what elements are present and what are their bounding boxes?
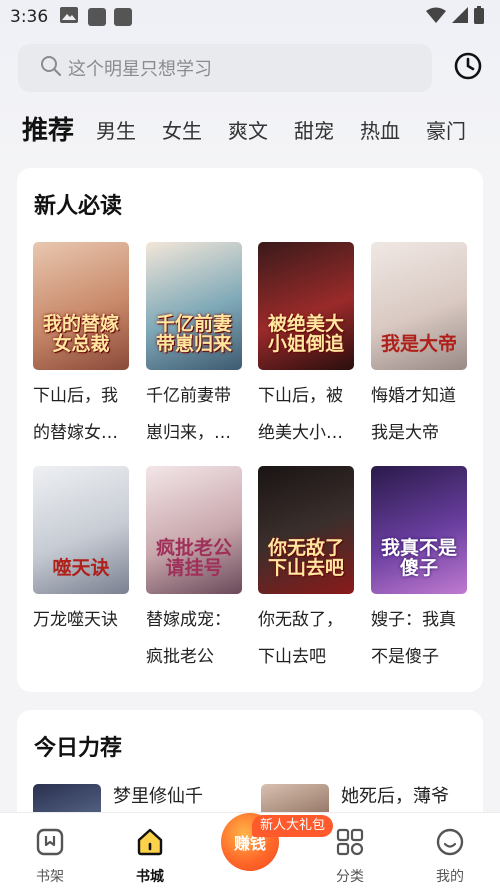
status-bar: 3:36 <box>0 0 500 34</box>
tab-shuangwen[interactable]: 爽文 <box>228 114 268 148</box>
search-placeholder: 这个明星只想学习 <box>68 59 212 80</box>
category-grid-icon <box>335 827 365 861</box>
nav-label: 书城 <box>136 869 164 885</box>
cover-text: 我真不是傻子 <box>380 537 457 579</box>
tab-male[interactable]: 男生 <box>96 114 136 148</box>
category-tabs: 推荐 男生 女生 爽文 甜宠 热血 豪门 <box>22 108 500 148</box>
tab-female[interactable]: 女生 <box>162 114 202 148</box>
book-cover: 被绝美大小姐倒追 <box>258 242 354 370</box>
bookshelf-icon <box>35 827 65 861</box>
nav-bookshelf[interactable]: 书架 <box>0 813 100 889</box>
book-card[interactable]: 被绝美大小姐倒追 下山后，被绝美大小姐倒追 <box>258 242 354 452</box>
book-card[interactable]: 我的替嫁女总裁 下山后，我的替嫁女总裁 <box>33 242 129 452</box>
book-cover: 我是大帝 <box>371 242 467 370</box>
book-title: 悔婚才知道我是大帝 <box>371 386 456 443</box>
cover-text: 我是大帝 <box>380 333 457 355</box>
book-card[interactable]: 疯批老公请挂号 替嫁成宠：疯批老公 <box>146 466 242 676</box>
book-title: 万龙噬天诀 <box>33 610 118 630</box>
wifi-icon <box>426 7 446 27</box>
cover-text: 疯批老公请挂号 <box>155 537 232 579</box>
tab-wealthy[interactable]: 豪门 <box>426 114 466 148</box>
search-row: 这个明星只想学习 <box>18 44 488 92</box>
book-card[interactable]: 我真不是傻子 嫂子：我真不是傻子 <box>371 466 467 676</box>
profile-face-icon <box>435 827 465 861</box>
section-title: 新人必读 <box>34 194 123 219</box>
book-title: 替嫁成宠：疯批老公 <box>146 610 231 667</box>
book-cover: 噬天诀 <box>33 466 129 594</box>
new-readers-section: 新人必读 我的替嫁女总裁 下山后，我的替嫁女总裁 千亿前妻带崽归来 千亿前妻带崽… <box>17 168 483 692</box>
signal-icon <box>452 7 468 27</box>
book-title: 千亿前妻带崽归来，渣男 <box>146 386 231 443</box>
home-icon <box>135 827 165 861</box>
book-card[interactable]: 我是大帝 悔婚才知道我是大帝 <box>371 242 467 452</box>
reading-history-button[interactable] <box>452 52 484 84</box>
app-notification-icon <box>114 8 133 26</box>
status-time: 3:36 <box>10 7 49 27</box>
book-cover: 我真不是傻子 <box>371 466 467 594</box>
book-title: 下山后，我的替嫁女总裁 <box>33 386 118 443</box>
cover-text: 噬天诀 <box>52 557 110 579</box>
book-card[interactable]: 噬天诀 万龙噬天诀 <box>33 466 129 639</box>
nav-store[interactable]: 书城 <box>100 813 200 889</box>
nav-label: 书架 <box>36 869 64 885</box>
clock-icon <box>453 51 483 85</box>
cover-text: 千亿前妻带崽归来 <box>155 313 232 355</box>
nav-mine[interactable]: 我的 <box>400 813 500 889</box>
tab-recommend[interactable]: 推荐 <box>22 114 74 148</box>
cover-text: 我的替嫁女总裁 <box>42 313 119 355</box>
battery-icon <box>474 6 484 28</box>
book-card[interactable]: 你无敌了下山去吧 你无敌了，下山去吧 <box>258 466 354 676</box>
bottom-nav: 书架 书城 赚钱 分类 我的 <box>0 812 500 889</box>
section-title: 今日力荐 <box>34 736 123 761</box>
cover-text: 你无敌了下山去吧 <box>267 537 344 579</box>
app-notification-icon <box>88 8 107 26</box>
book-cover: 疯批老公请挂号 <box>146 466 242 594</box>
nav-label: 分类 <box>336 869 364 885</box>
search-icon <box>40 55 62 81</box>
book-title: 你无敌了，下山去吧 <box>258 610 343 667</box>
book-title: 嫂子：我真不是傻子 <box>371 610 456 667</box>
search-input[interactable]: 这个明星只想学习 <box>18 44 432 92</box>
new-user-gift-badge[interactable]: 新人大礼包 <box>252 815 334 837</box>
cover-text: 被绝美大小姐倒追 <box>267 313 344 355</box>
tab-hot-blood[interactable]: 热血 <box>360 114 400 148</box>
photo-icon <box>60 7 79 27</box>
book-cover: 我的替嫁女总裁 <box>33 242 129 370</box>
tab-sweet[interactable]: 甜宠 <box>294 114 334 148</box>
book-title: 下山后，被绝美大小姐倒追 <box>258 386 343 443</box>
book-cover: 你无敌了下山去吧 <box>258 466 354 594</box>
nav-label: 我的 <box>436 869 464 885</box>
book-card[interactable]: 千亿前妻带崽归来 千亿前妻带崽归来，渣男 <box>146 242 242 452</box>
book-cover: 千亿前妻带崽归来 <box>146 242 242 370</box>
